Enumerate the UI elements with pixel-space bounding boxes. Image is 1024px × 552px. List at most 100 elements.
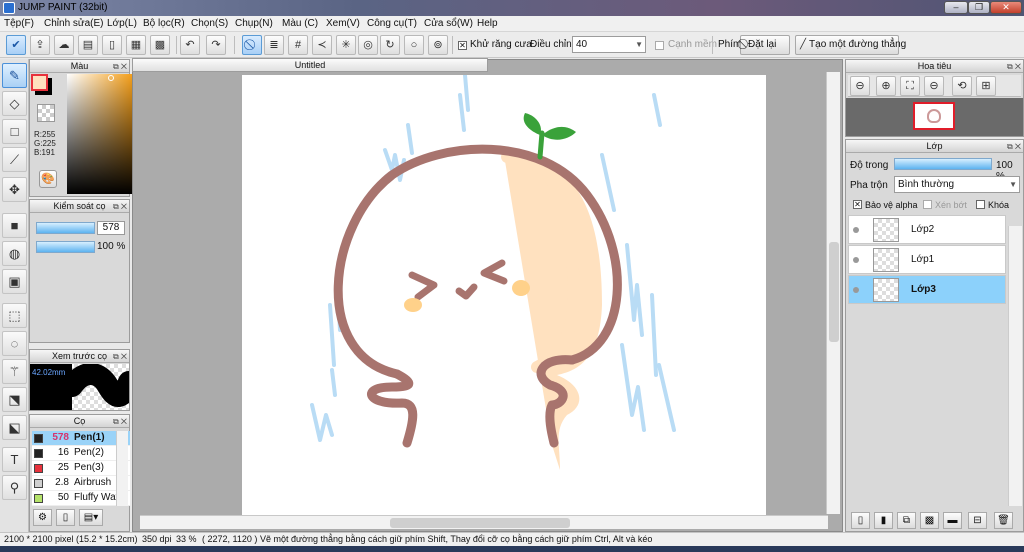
- protect-alpha-checkbox[interactable]: ✕: [853, 200, 862, 209]
- menu-layer[interactable]: Lớp(L): [107, 18, 137, 29]
- brush-menu-icon[interactable]: ▤▾: [79, 509, 103, 526]
- palette-icon[interactable]: 🎨: [39, 170, 57, 188]
- move-tool-icon[interactable]: ✥: [2, 177, 27, 202]
- minimize-button[interactable]: –: [944, 1, 968, 14]
- layer-row-selected[interactable]: Lớp3: [848, 275, 1006, 304]
- reset-button[interactable]: ⃠Đặt lại: [740, 35, 790, 55]
- layer-opacity-slider[interactable]: [894, 158, 992, 170]
- eraser-tool-icon[interactable]: ◇: [2, 91, 27, 116]
- brush-size-slider[interactable]: [36, 222, 95, 234]
- shape-tool-icon[interactable]: □: [2, 119, 27, 144]
- straight-line-label: Tạo một đường thẳng: [809, 39, 907, 50]
- export-icon[interactable]: ⇪: [30, 35, 50, 55]
- duplicate-layer-icon[interactable]: ⧉: [897, 512, 916, 529]
- saturation-value-picker[interactable]: [67, 74, 140, 194]
- comment-icon[interactable]: ▤: [78, 35, 98, 55]
- menu-tools[interactable]: Công cụ(T): [367, 18, 417, 29]
- antialias-checkbox[interactable]: ✕: [458, 41, 467, 50]
- drawing-canvas[interactable]: [242, 75, 766, 515]
- straight-line-button[interactable]: ╱ Tạo một đường thẳng: [795, 35, 906, 55]
- layers-scrollbar[interactable]: [1008, 226, 1022, 506]
- visibility-icon[interactable]: [853, 287, 859, 293]
- gradient-tool-icon[interactable]: ▣: [2, 269, 27, 294]
- check-icon[interactable]: ✔: [6, 35, 26, 55]
- vertical-scroll-thumb[interactable]: [829, 242, 839, 342]
- menu-view[interactable]: Xem(V): [326, 18, 360, 29]
- document-tab[interactable]: Untitled: [132, 58, 488, 72]
- select-eraser-tool-icon[interactable]: ⬕: [2, 415, 27, 440]
- new-brush-icon[interactable]: ▯: [56, 509, 75, 526]
- select-pen-tool-icon[interactable]: ⬔: [2, 387, 27, 412]
- navigator-viewport[interactable]: [913, 102, 955, 130]
- zoom-in-icon[interactable]: ⊕: [876, 76, 896, 96]
- symmetry-ruler-icon[interactable]: ⊚: [428, 35, 448, 55]
- folder-icon[interactable]: ▬: [943, 512, 962, 529]
- visibility-icon[interactable]: [853, 257, 859, 263]
- radial-ruler-icon[interactable]: ✳: [336, 35, 356, 55]
- text-tool-icon[interactable]: T: [2, 447, 27, 472]
- close-button[interactable]: ✕: [990, 1, 1022, 14]
- ellipse-ruler-icon[interactable]: ○: [404, 35, 424, 55]
- layer-row[interactable]: Lớp2: [848, 215, 1006, 244]
- layers-footer-toolbar: ▯ ▮ ⧉ ▩ ▬ ⊟ 🗑: [848, 512, 1021, 531]
- fit-screen-icon[interactable]: ⛶: [900, 76, 920, 96]
- adjust-select[interactable]: 40 ▼: [572, 36, 646, 53]
- pen-tool-icon[interactable]: ✎: [2, 63, 27, 88]
- menu-window[interactable]: Cửa sổ(W): [424, 18, 473, 29]
- blend-mode-select[interactable]: Bình thường ▼: [894, 176, 1020, 193]
- line-tool-icon[interactable]: ⟋: [2, 147, 27, 172]
- fill-rect-tool-icon[interactable]: ■: [2, 213, 27, 238]
- merge-layer-icon[interactable]: ⊟: [968, 512, 987, 529]
- brush-list-scrollbar[interactable]: [116, 431, 128, 506]
- flip-icon[interactable]: ⊞: [976, 76, 996, 96]
- undo-icon[interactable]: ↶: [180, 35, 200, 55]
- eyedropper-tool-icon[interactable]: ⚲: [2, 475, 27, 500]
- menu-help[interactable]: Help: [477, 18, 498, 29]
- no-ruler-icon[interactable]: ⃠: [242, 35, 262, 55]
- page-icon[interactable]: ▯: [102, 35, 122, 55]
- canvas-horizontal-scrollbar[interactable]: [140, 515, 828, 529]
- magic-wand-tool-icon[interactable]: ⚚: [2, 359, 27, 384]
- layer-mask-icon[interactable]: ▩: [920, 512, 939, 529]
- brush-size-value[interactable]: 578: [97, 221, 125, 235]
- key-label: Phím: [718, 39, 742, 50]
- restore-button[interactable]: ❐: [968, 1, 990, 14]
- menu-color[interactable]: Màu (C): [282, 18, 318, 29]
- concentric-ruler-icon[interactable]: ◎: [358, 35, 378, 55]
- menu-edit[interactable]: Chỉnh sửa(E): [44, 18, 104, 29]
- new-layer-icon[interactable]: ▯: [851, 512, 870, 529]
- canvas-vertical-scrollbar[interactable]: [826, 72, 840, 514]
- clip-checkbox[interactable]: [923, 200, 932, 209]
- zoom-out-icon[interactable]: ⊖: [850, 76, 870, 96]
- perspective-ruler-icon[interactable]: ≺: [312, 35, 332, 55]
- grid-settings-icon[interactable]: ▩: [150, 35, 170, 55]
- transparent-color-swatch[interactable]: [37, 104, 55, 122]
- navigator-preview[interactable]: [846, 98, 1023, 136]
- layer-row[interactable]: Lớp1: [848, 245, 1006, 274]
- status-image-size-cm: (15.2 * 15.2cm): [76, 534, 138, 544]
- document-icon[interactable]: ▦: [126, 35, 146, 55]
- menu-file[interactable]: Tệp(F): [4, 18, 34, 29]
- lock-checkbox[interactable]: [976, 200, 985, 209]
- curve-ruler-icon[interactable]: ↻: [380, 35, 400, 55]
- menu-filter[interactable]: Bộ lọc(R): [143, 18, 185, 29]
- delete-layer-icon[interactable]: 🗑: [994, 512, 1013, 529]
- bucket-tool-icon[interactable]: ◍: [2, 241, 27, 266]
- zoom-out-alt-icon[interactable]: ⊖: [924, 76, 944, 96]
- primary-color-swatch[interactable]: [31, 74, 48, 91]
- rect-select-tool-icon[interactable]: ⬚: [2, 303, 27, 328]
- brush-settings-icon[interactable]: ⚙: [33, 509, 52, 526]
- menu-select[interactable]: Chọn(S): [191, 18, 228, 29]
- speech-bubble-icon[interactable]: ☁: [54, 35, 74, 55]
- lasso-tool-icon[interactable]: ◌: [2, 331, 27, 356]
- parallel-ruler-icon[interactable]: ≣: [264, 35, 284, 55]
- smooth-checkbox[interactable]: [655, 41, 664, 50]
- horizontal-scroll-thumb[interactable]: [390, 518, 570, 528]
- visibility-icon[interactable]: [853, 227, 859, 233]
- grid-ruler-icon[interactable]: #: [288, 35, 308, 55]
- redo-icon[interactable]: ↷: [206, 35, 226, 55]
- brush-opacity-slider[interactable]: [36, 241, 95, 253]
- rotate-icon[interactable]: ⟲: [952, 76, 972, 96]
- menu-capture[interactable]: Chụp(N): [235, 18, 273, 29]
- new-layer-folder-icon[interactable]: ▮: [874, 512, 893, 529]
